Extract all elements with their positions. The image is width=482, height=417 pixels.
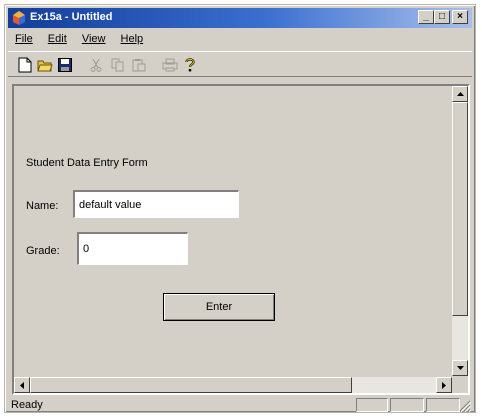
cut-button[interactable] xyxy=(87,56,105,74)
menu-bar: File Edit View Help xyxy=(8,31,472,49)
help-icon xyxy=(185,58,195,72)
maximize-button[interactable]: □ xyxy=(434,10,450,24)
vertical-scroll-thumb[interactable] xyxy=(452,102,468,316)
print-button[interactable] xyxy=(161,56,179,74)
enter-button[interactable]: Enter xyxy=(163,293,275,321)
form-title: Student Data Entry Form xyxy=(26,157,148,169)
scroll-right-button[interactable] xyxy=(436,377,452,393)
new-button[interactable] xyxy=(16,56,34,74)
open-folder-icon xyxy=(37,60,53,72)
scroll-left-button[interactable] xyxy=(14,377,30,393)
grade-label: Grade: xyxy=(26,245,60,257)
status-pane-2 xyxy=(390,398,424,412)
app-icon xyxy=(13,11,25,25)
toolbar xyxy=(8,51,472,77)
menu-help[interactable]: Help xyxy=(114,31,149,45)
arrow-down-icon xyxy=(456,366,464,370)
paste-icon xyxy=(132,59,146,72)
document-view: Student Data Entry Form Name: Grade: Ent… xyxy=(12,84,470,395)
open-button[interactable] xyxy=(36,56,54,74)
window-title: Ex15a - Untitled xyxy=(30,11,113,23)
vertical-scrollbar[interactable] xyxy=(452,86,468,376)
title-bar[interactable]: Ex15a - Untitled _ □ × xyxy=(8,8,472,28)
menu-file-label: File xyxy=(15,33,33,45)
menu-view[interactable]: View xyxy=(75,31,111,45)
new-document-icon xyxy=(18,57,32,73)
minimize-button[interactable]: _ xyxy=(418,10,434,24)
menu-file[interactable]: File xyxy=(8,31,38,45)
menu-edit-label: Edit xyxy=(47,33,67,45)
menu-view-label: View xyxy=(81,33,106,45)
status-pane-1 xyxy=(356,398,388,412)
scroll-down-button[interactable] xyxy=(452,360,468,376)
app-window: Ex15a - Untitled _ □ × File Edit View He… xyxy=(4,4,476,413)
print-icon xyxy=(162,58,178,72)
name-input[interactable] xyxy=(73,190,239,218)
horizontal-scrollbar[interactable] xyxy=(14,377,452,393)
scrollbar-corner xyxy=(452,377,468,393)
cut-icon xyxy=(90,58,102,72)
status-text: Ready xyxy=(11,399,43,411)
status-pane-3 xyxy=(426,398,460,412)
close-button[interactable]: × xyxy=(452,10,468,24)
grade-input[interactable] xyxy=(77,232,188,265)
menu-edit[interactable]: Edit xyxy=(41,31,72,45)
horizontal-scroll-thumb[interactable] xyxy=(30,377,352,393)
arrow-left-icon xyxy=(20,381,24,389)
help-button[interactable] xyxy=(181,56,199,74)
resize-grip-icon[interactable] xyxy=(459,400,471,412)
status-bar: Ready xyxy=(8,397,472,413)
menu-help-label: Help xyxy=(120,33,144,45)
scroll-up-button[interactable] xyxy=(452,86,468,102)
save-disk-icon xyxy=(58,58,72,72)
paste-button[interactable] xyxy=(130,56,148,74)
copy-icon xyxy=(111,58,124,72)
copy-button[interactable] xyxy=(109,56,127,74)
arrow-up-icon xyxy=(456,92,464,96)
name-label: Name: xyxy=(26,200,59,212)
save-button[interactable] xyxy=(56,56,74,74)
arrow-right-icon xyxy=(442,381,446,389)
